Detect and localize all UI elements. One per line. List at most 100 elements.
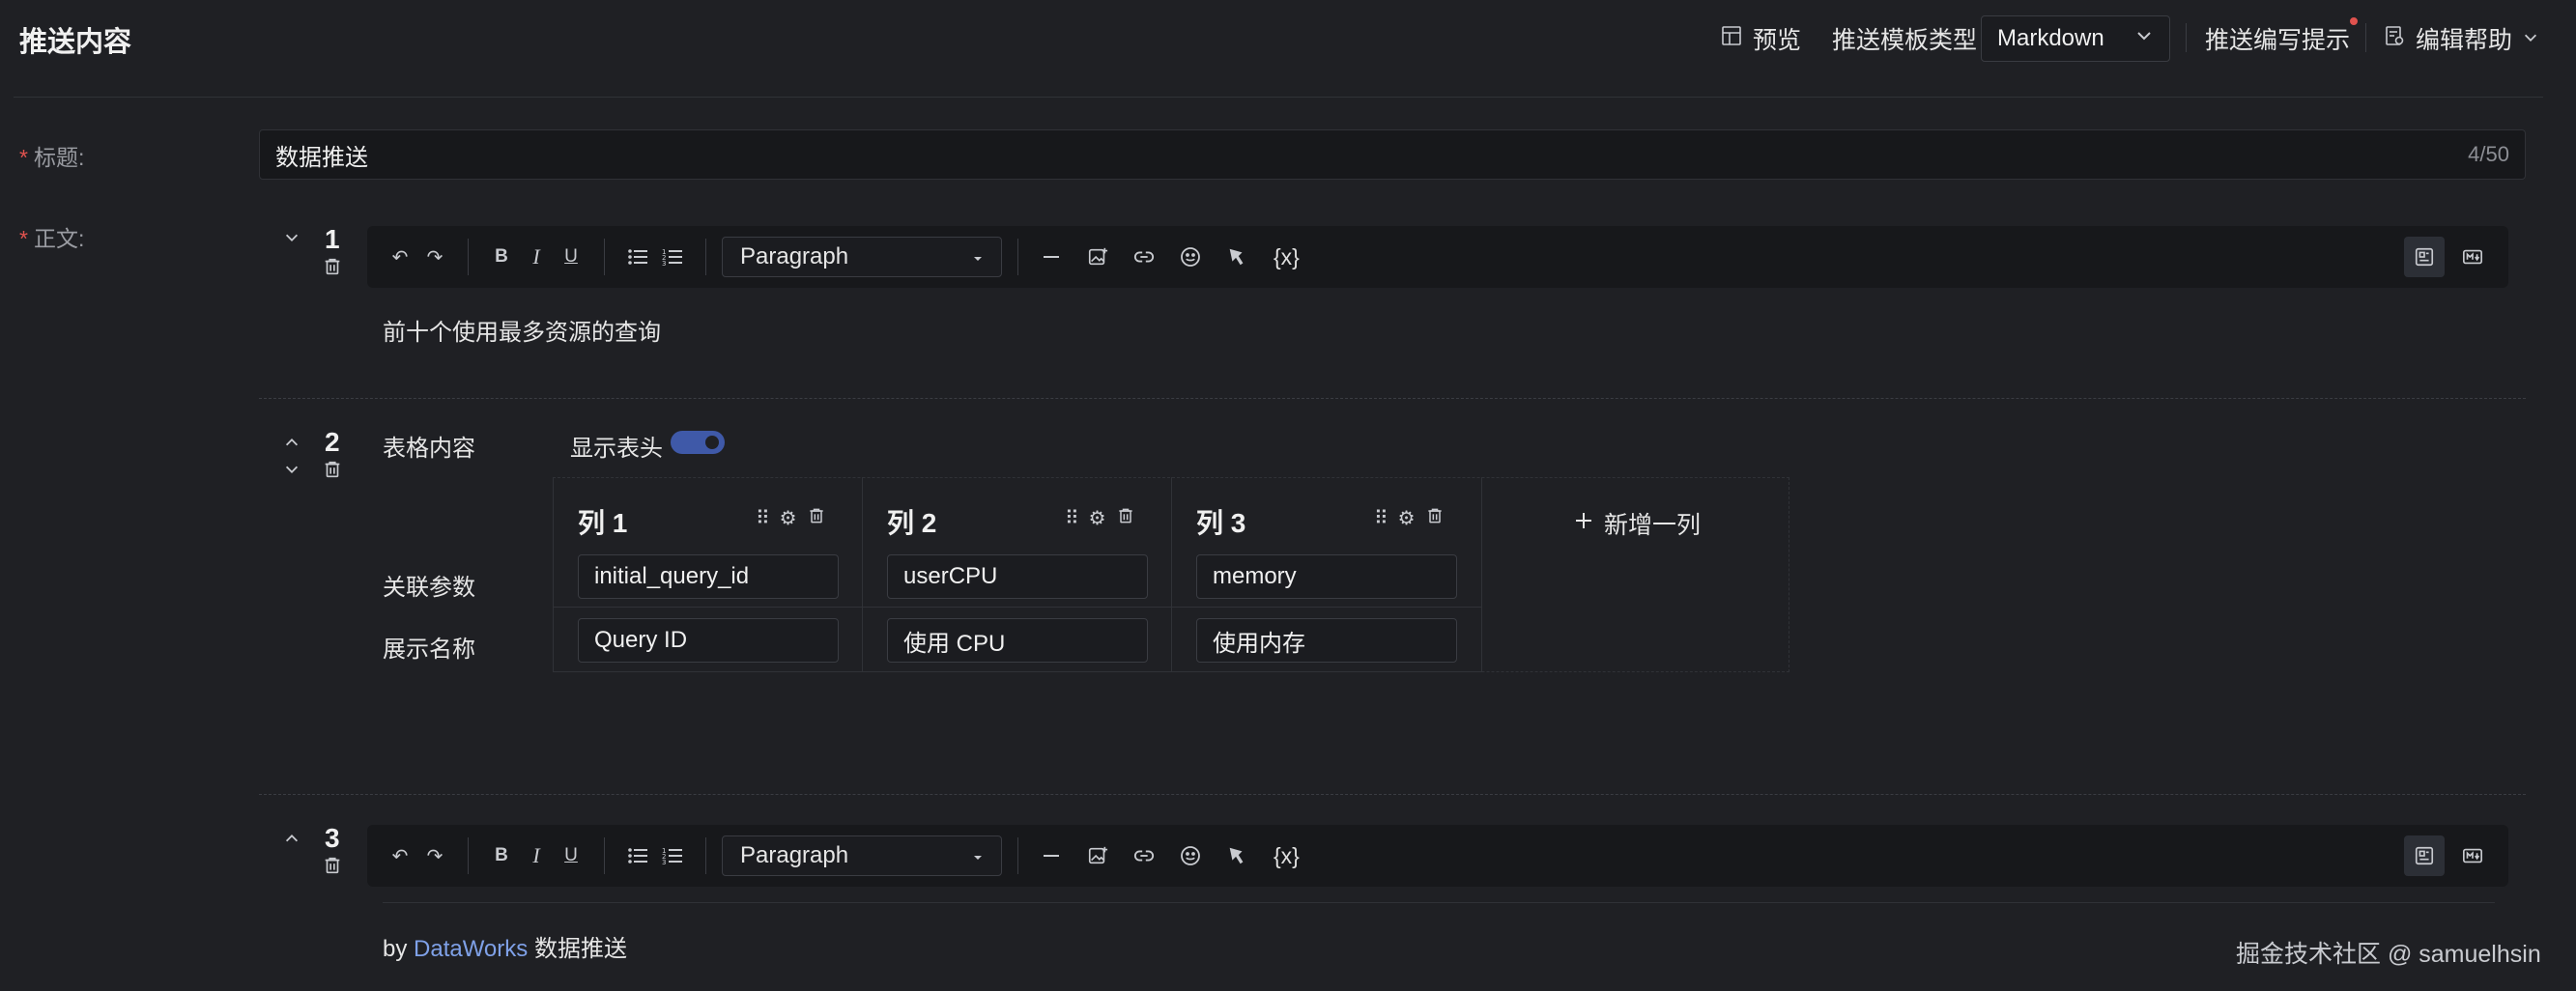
block-content[interactable]: by DataWorks 数据推送 [383,929,627,963]
caret-down-icon [972,842,984,869]
dataworks-link[interactable]: DataWorks [414,936,528,962]
format-painter-icon[interactable] [1219,238,1254,276]
markdown-mode-icon[interactable] [2452,835,2493,876]
insert-variable-button[interactable]: {x} [1268,238,1305,276]
layout-icon [1720,24,1743,54]
page-title: 推送内容 [19,27,132,58]
gear-icon[interactable]: ⚙ [1089,506,1106,531]
trash-icon[interactable] [321,854,344,877]
redo-icon[interactable]: ↷ [417,836,452,875]
trash-icon[interactable] [321,458,344,481]
italic-icon[interactable]: I [519,836,554,875]
row-label-param: 关联参数 [383,575,475,601]
drag-handle-icon[interactable]: ⠿ [1065,506,1079,531]
column-param-input[interactable]: memory [1196,554,1457,599]
gear-icon[interactable]: ⚙ [1398,506,1416,531]
block-number: 2 [325,427,340,457]
chevron-up-icon[interactable] [280,431,303,454]
edit-help-button[interactable]: 编辑帮助 [2383,21,2539,56]
svg-text:3: 3 [662,260,666,267]
row-divider [553,607,1482,608]
trash-icon[interactable] [1425,506,1445,531]
column-header: 列 2 [887,508,937,538]
insert-variable-button[interactable]: {x} [1268,836,1305,875]
preview-button[interactable]: 预览 [1720,21,1801,56]
content-divider [383,902,2495,903]
editor-toolbar: ↶ ↷ B I U 123 Paragraph {x} [367,226,2508,288]
underline-icon[interactable]: U [554,238,588,276]
template-type-label: 推送模板类型 [1832,27,1978,54]
redo-icon[interactable]: ↷ [417,238,452,276]
toolbar-divider [705,239,706,275]
numbered-list-icon[interactable]: 123 [655,836,690,875]
show-header-label: 显示表头 [570,436,663,462]
column-header: 列 3 [1196,508,1246,538]
toolbar-divider [468,837,469,874]
undo-icon[interactable]: ↶ [383,836,417,875]
bold-icon[interactable]: B [484,238,519,276]
chevron-down-icon[interactable] [280,458,303,481]
toolbar-divider [604,239,605,275]
title-input-value: 数据推送 [275,144,368,171]
emoji-icon[interactable] [1173,836,1208,875]
numbered-list-icon[interactable]: 123 [655,238,690,276]
trash-icon[interactable] [807,506,826,531]
toolbar-divider [1017,837,1018,874]
horizontal-rule-icon[interactable] [1034,836,1069,875]
rich-text-mode-icon[interactable] [2404,835,2445,876]
column-param-input[interactable]: initial_query_id [578,554,839,599]
body-label: * 正文: [19,220,84,253]
paragraph-style-select[interactable]: Paragraph [722,835,1002,876]
title-char-counter: 4/50 [2468,142,2509,166]
show-header-toggle[interactable] [671,431,725,454]
drag-handle-icon[interactable]: ⠿ [756,506,770,531]
bold-icon[interactable]: B [484,836,519,875]
markdown-mode-icon[interactable] [2452,237,2493,277]
required-mark: * [19,226,28,251]
image-icon[interactable] [1080,836,1115,875]
required-mark: * [19,145,28,170]
template-type-select[interactable]: Markdown [1981,15,2170,62]
chevron-down-icon[interactable] [280,226,303,249]
column-header: 列 1 [578,508,628,538]
svg-text:3: 3 [662,859,666,865]
gear-icon[interactable]: ⚙ [780,506,797,531]
column-param-input[interactable]: userCPU [887,554,1148,599]
add-column-button[interactable]: 新增一列 [1573,506,1701,541]
block-separator [259,398,2526,399]
chevron-up-icon[interactable] [280,827,303,850]
link-icon[interactable] [1127,238,1161,276]
block-content[interactable]: 前十个使用最多资源的查询 [383,313,661,347]
write-hint-label: 推送编写提示 [2205,27,2351,54]
plus-icon [1573,510,1594,538]
column-display-input[interactable]: 使用内存 [1196,618,1457,663]
image-icon[interactable] [1080,238,1115,276]
bullet-list-icon[interactable] [620,836,655,875]
title-input[interactable]: 数据推送 4/50 [259,129,2526,180]
header-divider [2365,23,2366,52]
horizontal-rule-icon[interactable] [1034,238,1069,276]
link-icon[interactable] [1127,836,1161,875]
column-display-input[interactable]: 使用 CPU [887,618,1148,663]
format-painter-icon[interactable] [1219,836,1254,875]
underline-icon[interactable]: U [554,836,588,875]
bullet-list-icon[interactable] [620,238,655,276]
trash-icon[interactable] [1116,506,1135,531]
notification-dot [2348,15,2361,27]
trash-icon[interactable] [321,255,344,278]
block-number: 1 [325,224,340,254]
rich-text-mode-icon[interactable] [2404,237,2445,277]
toolbar-divider [468,239,469,275]
table-block-title: 表格内容 [383,436,475,462]
column-actions: ⠿ ⚙ [756,506,826,531]
undo-icon[interactable]: ↶ [383,238,417,276]
italic-icon[interactable]: I [519,238,554,276]
column-display-input[interactable]: Query ID [578,618,839,663]
paragraph-style-select[interactable]: Paragraph [722,237,1002,277]
content-suffix: 数据推送 [528,936,627,962]
drag-handle-icon[interactable]: ⠿ [1374,506,1388,531]
block-number: 3 [325,823,340,853]
emoji-icon[interactable] [1173,238,1208,276]
chevron-down-icon [2134,25,2154,52]
write-hint-button[interactable]: 推送编写提示 [2205,15,2361,56]
